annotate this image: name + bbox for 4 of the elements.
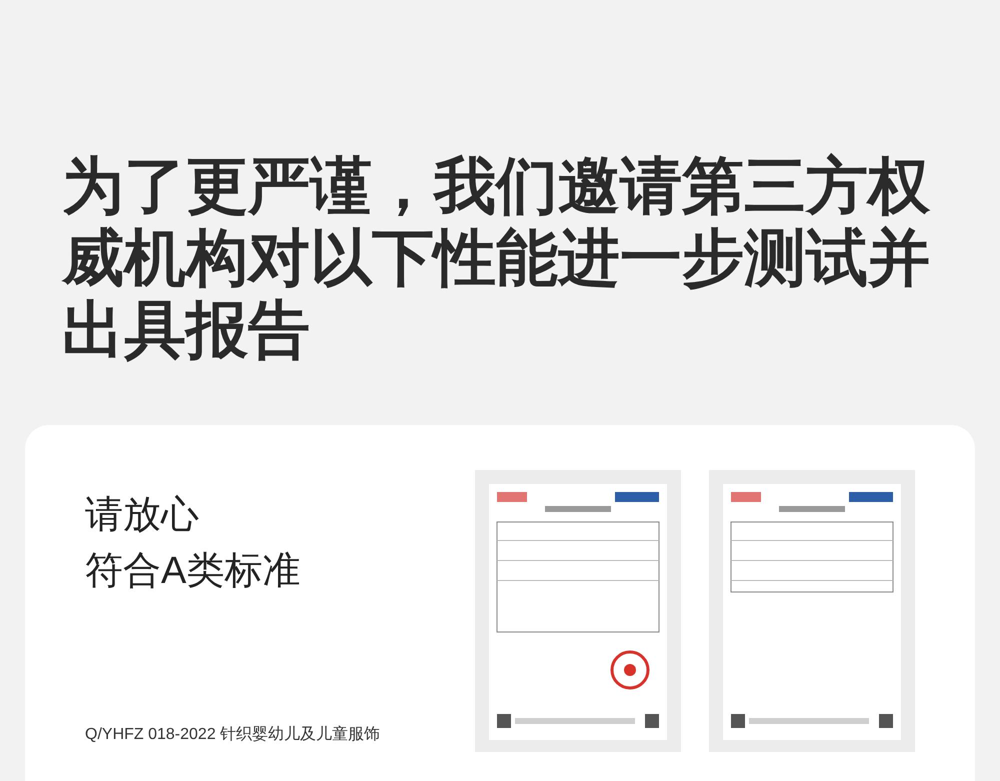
headline: 为了更严谨，我们邀请第三方权威机构对以下性能进一步测试并出具报告 — [62, 150, 932, 366]
card-heading: 符合A类标准 — [85, 549, 302, 594]
card-heading: 请放心 — [85, 493, 200, 538]
standard-text: Q/YHFZ 018-2022 针织婴幼儿及儿童服饰 — [85, 724, 382, 745]
